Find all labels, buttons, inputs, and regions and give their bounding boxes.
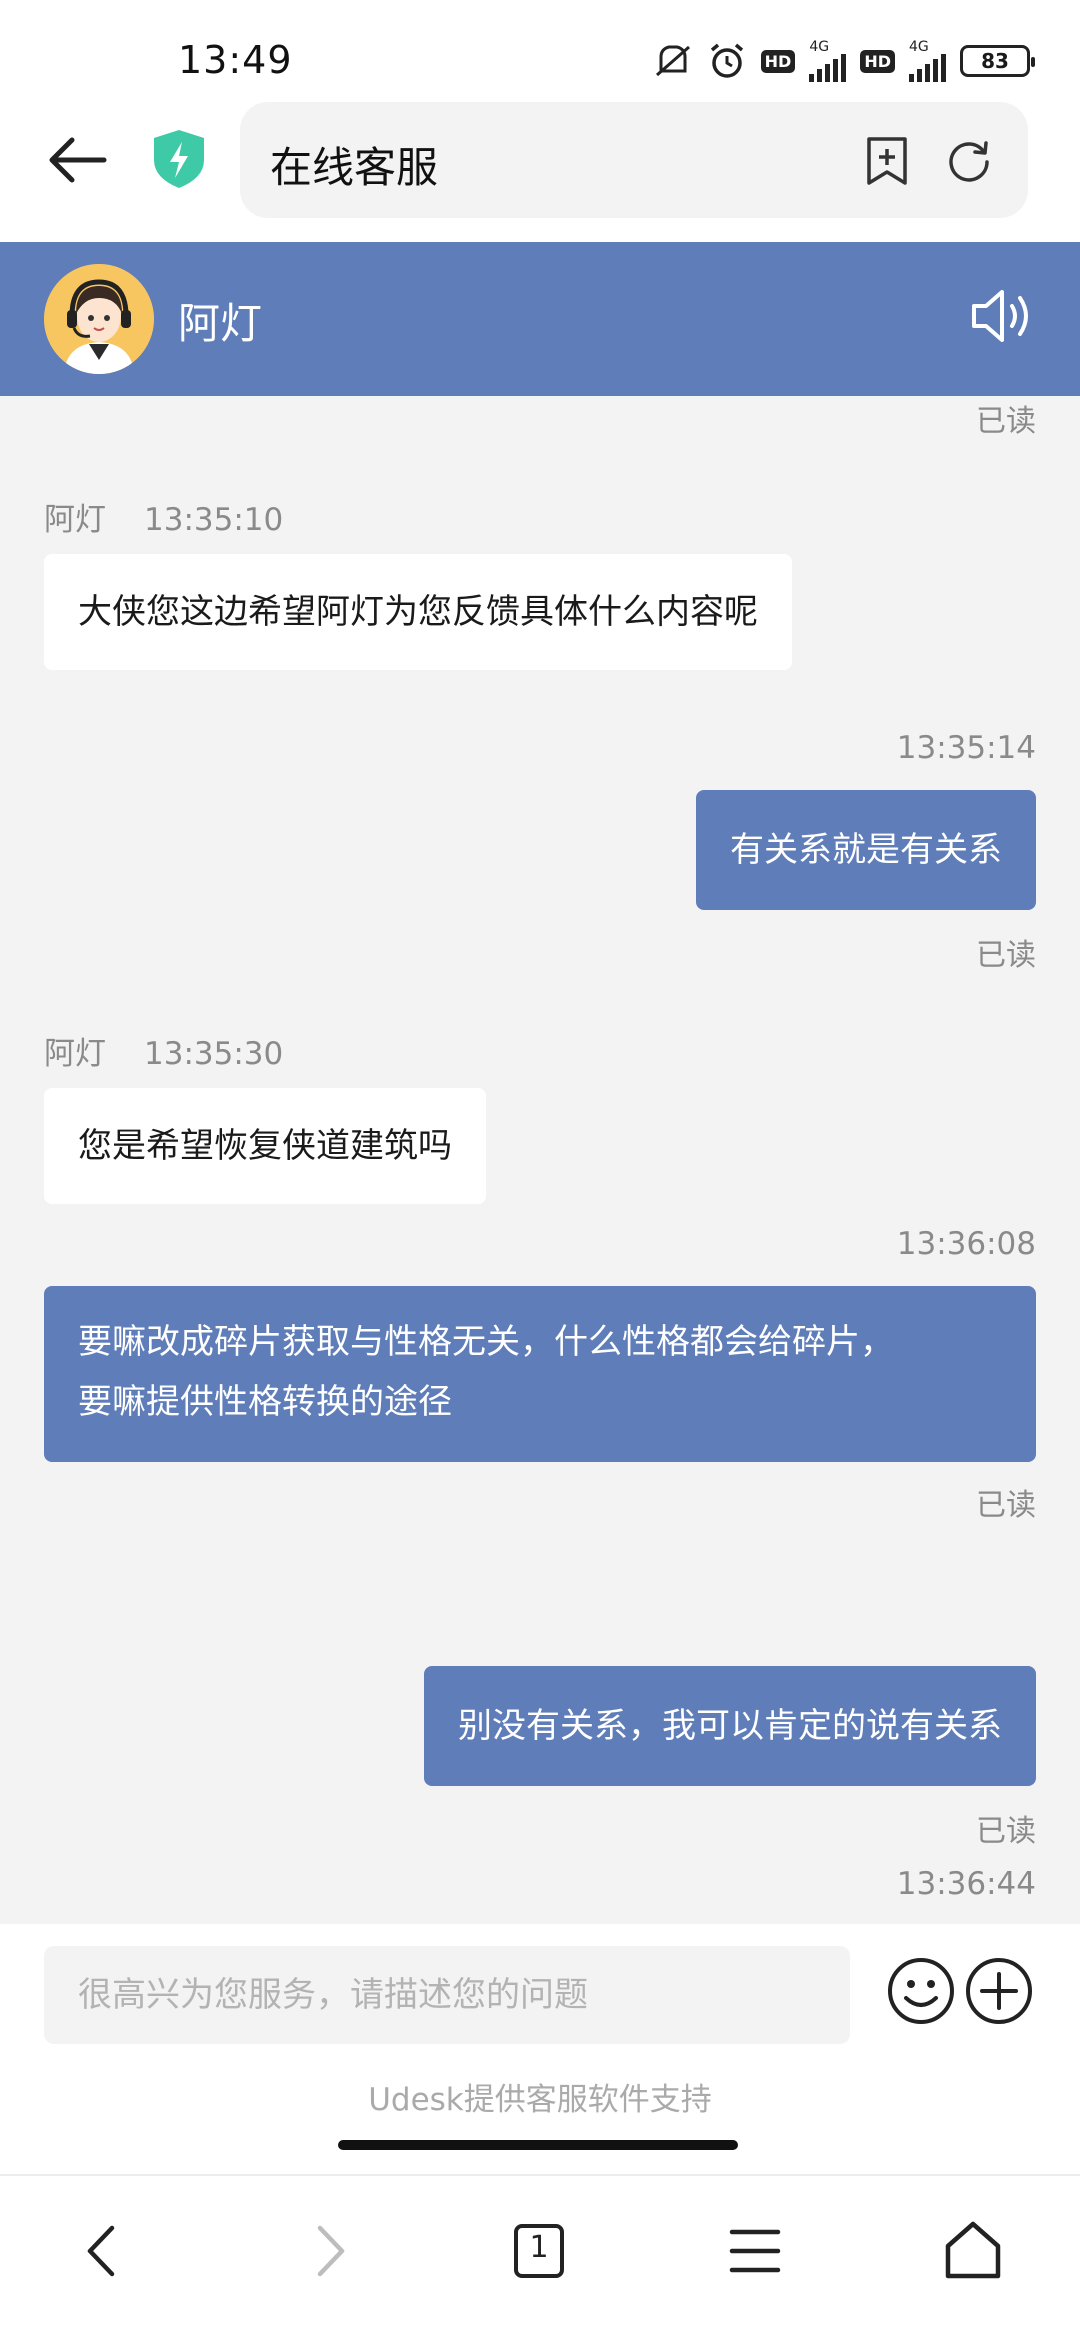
back-arrow-icon[interactable] <box>46 128 110 192</box>
message-sender: 阿灯 <box>44 1036 106 1072</box>
message-time: 13:36:08 <box>896 1226 1036 1262</box>
menu-icon[interactable] <box>720 2216 790 2286</box>
status-icons: HD 4G HD 4G 83 <box>653 39 1035 82</box>
status-time: 13:49 <box>178 38 293 82</box>
tabs-icon[interactable]: 1 <box>504 2216 574 2286</box>
agent-name: 阿灯 <box>178 299 263 348</box>
message-bubble-incoming[interactable]: 您是希望恢复侠道建筑吗 <box>44 1088 486 1204</box>
read-status: 已读 <box>976 1814 1036 1849</box>
home-indicator[interactable] <box>338 2140 738 2150</box>
bottom-nav: 1 <box>0 2174 1080 2340</box>
shield-bolt-icon[interactable] <box>150 128 208 190</box>
add-attachment-icon[interactable] <box>964 1956 1034 2026</box>
signal-icon-2: 4G <box>909 40 946 82</box>
message-time: 13:35:10 <box>144 502 284 538</box>
powered-by-text: Udesk提供客服软件支持 <box>368 2082 712 2118</box>
browser-bar: 在线客服 <box>0 100 1080 242</box>
tab-count: 1 <box>529 2230 549 2265</box>
read-status: 已读 <box>976 938 1036 973</box>
input-area: Udesk提供客服软件支持 <box>0 1924 1080 2174</box>
message-time: 13:35:14 <box>896 730 1036 766</box>
refresh-icon[interactable] <box>946 138 992 184</box>
battery-icon: 83 <box>960 45 1035 77</box>
chat-area[interactable]: 已读 阿灯 13:35:10 大侠您这边希望阿灯为您反馈具体什么内容呢 13:35… <box>0 396 1080 1924</box>
address-bar[interactable]: 在线客服 <box>240 102 1028 218</box>
signal-icon: 4G <box>809 39 847 82</box>
hd-badge: HD <box>760 49 796 73</box>
hd-badge-2: HD <box>860 49 895 73</box>
message-bubble-outgoing[interactable]: 要嘛改成碎片获取与性格无关，什么性格都会给碎片， 要嘛提供性格转换的途径 <box>44 1286 1036 1462</box>
nav-forward-icon[interactable] <box>292 2216 362 2286</box>
speaker-icon[interactable] <box>970 286 1036 346</box>
page-title: 在线客服 <box>270 143 439 192</box>
message-input[interactable] <box>44 1946 850 2044</box>
message-meta: 阿灯 13:35:10 <box>44 494 283 539</box>
message-time: 13:35:30 <box>144 1036 284 1072</box>
chat-header: 阿灯 <box>0 242 1080 396</box>
status-bar: 13:49 HD 4G HD 4G 83 <box>0 0 1080 100</box>
emoji-icon[interactable] <box>886 1956 956 2026</box>
message-bubble-outgoing[interactable]: 有关系就是有关系 <box>696 790 1036 910</box>
message-sender: 阿灯 <box>44 502 106 538</box>
message-bubble-incoming[interactable]: 大侠您这边希望阿灯为您反馈具体什么内容呢 <box>44 554 792 670</box>
mute-icon <box>653 43 693 79</box>
message-line: 要嘛改成碎片获取与性格无关，什么性格都会给碎片， <box>78 1322 894 1362</box>
network-label-2: 4G <box>909 39 929 55</box>
home-icon[interactable] <box>938 2216 1008 2286</box>
avatar-icon <box>44 264 154 374</box>
message-time: 13:36:44 <box>896 1866 1036 1902</box>
network-label: 4G <box>809 39 830 55</box>
message-line: 要嘛提供性格转换的途径 <box>78 1382 452 1422</box>
message-bubble-outgoing[interactable]: 别没有关系，我可以肯定的说有关系 <box>424 1666 1036 1786</box>
read-status: 已读 <box>976 1488 1036 1523</box>
bookmark-add-icon[interactable] <box>864 136 910 186</box>
message-input-box[interactable] <box>44 1946 850 2044</box>
read-status: 已读 <box>976 404 1036 439</box>
message-meta: 阿灯 13:35:30 <box>44 1028 283 1073</box>
nav-back-icon[interactable] <box>70 2216 140 2286</box>
alarm-icon <box>707 42 747 80</box>
